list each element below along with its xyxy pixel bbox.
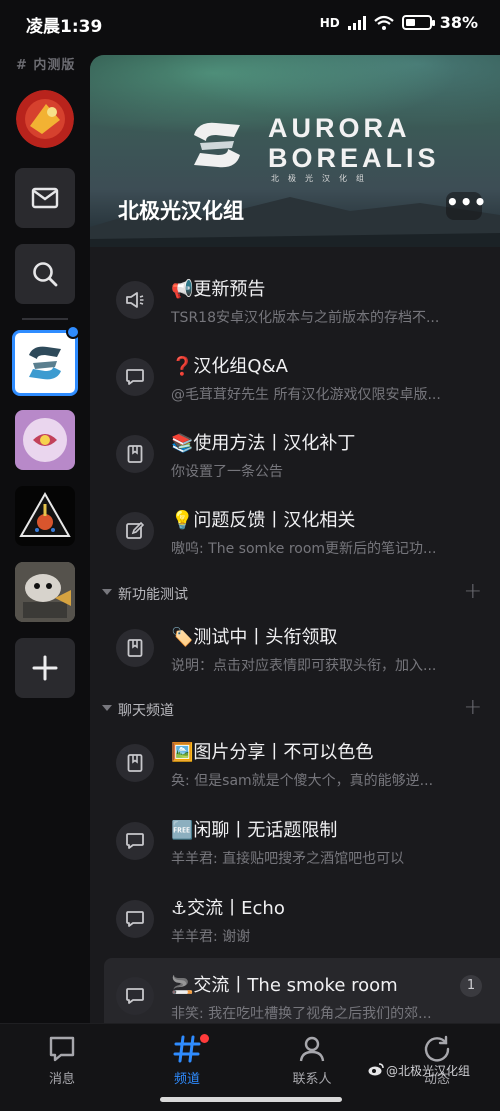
guild-pink-emblem[interactable] [15,410,75,470]
channel-row[interactable]: 🆓闲聊丨无话题限制 羊羊君: 直接贴吧搜矛之酒馆吧也可以 [104,803,500,879]
network-type-label: HD [319,15,340,30]
collapse-caret-icon [102,589,112,595]
direct-messages-button[interactable] [15,168,75,228]
section-header-chat[interactable]: 聊天频道 + [90,695,500,727]
triangle-badge-icon [19,491,71,537]
watermark-text: @北极光汉化组 [386,1064,471,1078]
status-bar: 凌晨1:39 HD 38% [0,0,500,48]
nav-messages[interactable]: 消息 [17,1034,107,1087]
channel-title: 📢更新预告 [171,279,266,300]
add-channel-plus-icon[interactable]: + [464,695,482,720]
battery-percent: 38% [439,13,478,32]
nav-label: 消息 [48,1072,75,1087]
aurora-logo-icon [29,346,61,380]
edit-icon [116,512,154,550]
channel-preview: @毛茸茸好先生 所有汉化游戏仅限安卓版... [171,387,441,403]
nav-channels[interactable]: 频道 [142,1034,232,1087]
more-options-button[interactable]: ••• [446,192,486,220]
unread-count-badge: 1 [460,975,482,997]
search-icon [33,262,58,287]
battery-icon [401,15,435,30]
hashtag-icon [173,1035,201,1063]
cellular-signal-icon [347,15,366,30]
nav-label: 联系人 [292,1072,332,1087]
user-avatar[interactable] [16,90,74,148]
chat-icon [116,822,154,860]
channel-row[interactable]: ❓汉化组Q&A @毛茸茸好先生 所有汉化游戏仅限安卓版... [104,339,500,415]
channel-title: ❓汉化组Q&A [171,356,288,377]
channel-preview: 非笑: 我在吃吐槽换了视角之后我们的郊... [171,1006,432,1022]
beta-label: # 内测版 [16,58,76,73]
wifi-icon [373,15,394,30]
channel-panel: AURORA BOREALIS 北极光汉化组 北极光汉化组 ••• 📢更新预告 … [90,55,500,1023]
guild-name[interactable]: 北极光汉化组 [118,195,244,225]
nav-contacts[interactable]: 联系人 [267,1034,357,1087]
channel-row[interactable]: 🖼️图片分享丨不可以色色 奂: 但是sam就是个傻大个，真的能够逆... [104,725,500,801]
refresh-circle-icon [424,1035,450,1062]
search-button[interactable] [15,244,75,304]
plus-icon [32,655,58,681]
channel-preview: 说明：点击对应表情即可获取头衔，加入... [171,658,437,674]
weibo-icon [368,1063,384,1076]
status-icons: HD 38% [320,13,478,32]
logo-line-1: AURORA [268,113,411,143]
channel-title: ⚓交流丨Echo [171,898,285,919]
logo-wordmark: AURORA BOREALIS [268,113,440,173]
channel-preview: 奂: 但是sam就是个傻大个，真的能够逆... [171,773,434,789]
guild-rail: # 内测版 [0,48,90,1023]
channel-title: 📚使用方法丨汉化补丁 [171,433,356,454]
bookmark-icon [116,744,154,782]
guild-banner: AURORA BOREALIS 北极光汉化组 北极光汉化组 ••• [90,55,500,247]
channel-preview: 羊羊君: 直接贴吧搜矛之酒馆吧也可以 [171,851,405,867]
nav-activity[interactable]: 动态 [392,1034,482,1087]
guild-aurora-borealis[interactable] [12,330,78,396]
channel-row[interactable]: 🏷️测试中丨头衔领取 说明：点击对应表情即可获取头衔，加入... [104,610,500,686]
chat-icon [116,977,154,1015]
channel-row[interactable]: 📚使用方法丨汉化补丁 你设置了一条公告 [104,416,500,492]
channel-preview: 羊羊君: 谢谢 [171,929,251,945]
channel-title: 🆓闲聊丨无话题限制 [171,820,338,841]
channel-preview: 嗷呜: The somke room更新后的笔记功... [171,541,437,557]
guild-photo-icon [15,562,75,622]
bookmark-icon [116,629,154,667]
collapse-caret-icon [102,705,112,711]
aurora-logo-mark [194,122,240,168]
logo-line-2: BOREALIS [268,143,440,173]
channel-title: 💡问题反馈丨汉化相关 [171,510,356,531]
guild-triangle-emblem[interactable] [15,486,75,546]
channel-title: 🏷️测试中丨头衔领取 [171,627,338,648]
channel-preview: 你设置了一条公告 [171,464,283,480]
status-time: 凌晨1:39 [26,17,103,37]
channel-preview: TSR18安卓汉化版本与之前版本的存档不... [171,310,440,326]
add-channel-plus-icon[interactable]: + [464,579,482,604]
channel-title: 🚬交流丨The smoke room [171,975,398,996]
channel-row-selected[interactable]: 🚬交流丨The smoke room 非笑: 我在吃吐槽换了视角之后我们的郊..… [104,958,500,1023]
announcement-icon [116,281,154,319]
channel-title: 🖼️图片分享丨不可以色色 [171,742,374,763]
home-indicator[interactable] [160,1097,342,1102]
section-header-feature-test[interactable]: 新功能测试 + [90,579,500,611]
nav-label: 频道 [173,1072,200,1087]
channel-row[interactable]: 💡问题反馈丨汉化相关 嗷呜: The somke room更新后的笔记功... [104,493,500,569]
bookmark-icon [116,435,154,473]
chat-icon [116,900,154,938]
rail-divider [22,318,68,320]
logo-subtitle: 北极光汉化组 [271,174,373,183]
unread-dot [66,325,80,339]
channel-row[interactable]: ⚓交流丨Echo 羊羊君: 谢谢 [104,881,500,957]
guild-emblem-icon [15,410,75,470]
channel-row[interactable]: 📢更新预告 TSR18安卓汉化版本与之前版本的存档不... [104,262,500,338]
message-bubble-icon [49,1036,75,1062]
section-title: 新功能测试 [118,587,188,603]
add-guild-button[interactable] [15,638,75,698]
chat-icon [116,358,154,396]
guild-photo-avatar[interactable] [15,562,75,622]
section-title: 聊天频道 [118,703,174,719]
notification-dot [200,1034,209,1043]
mail-icon [31,187,59,209]
person-icon [299,1036,325,1062]
